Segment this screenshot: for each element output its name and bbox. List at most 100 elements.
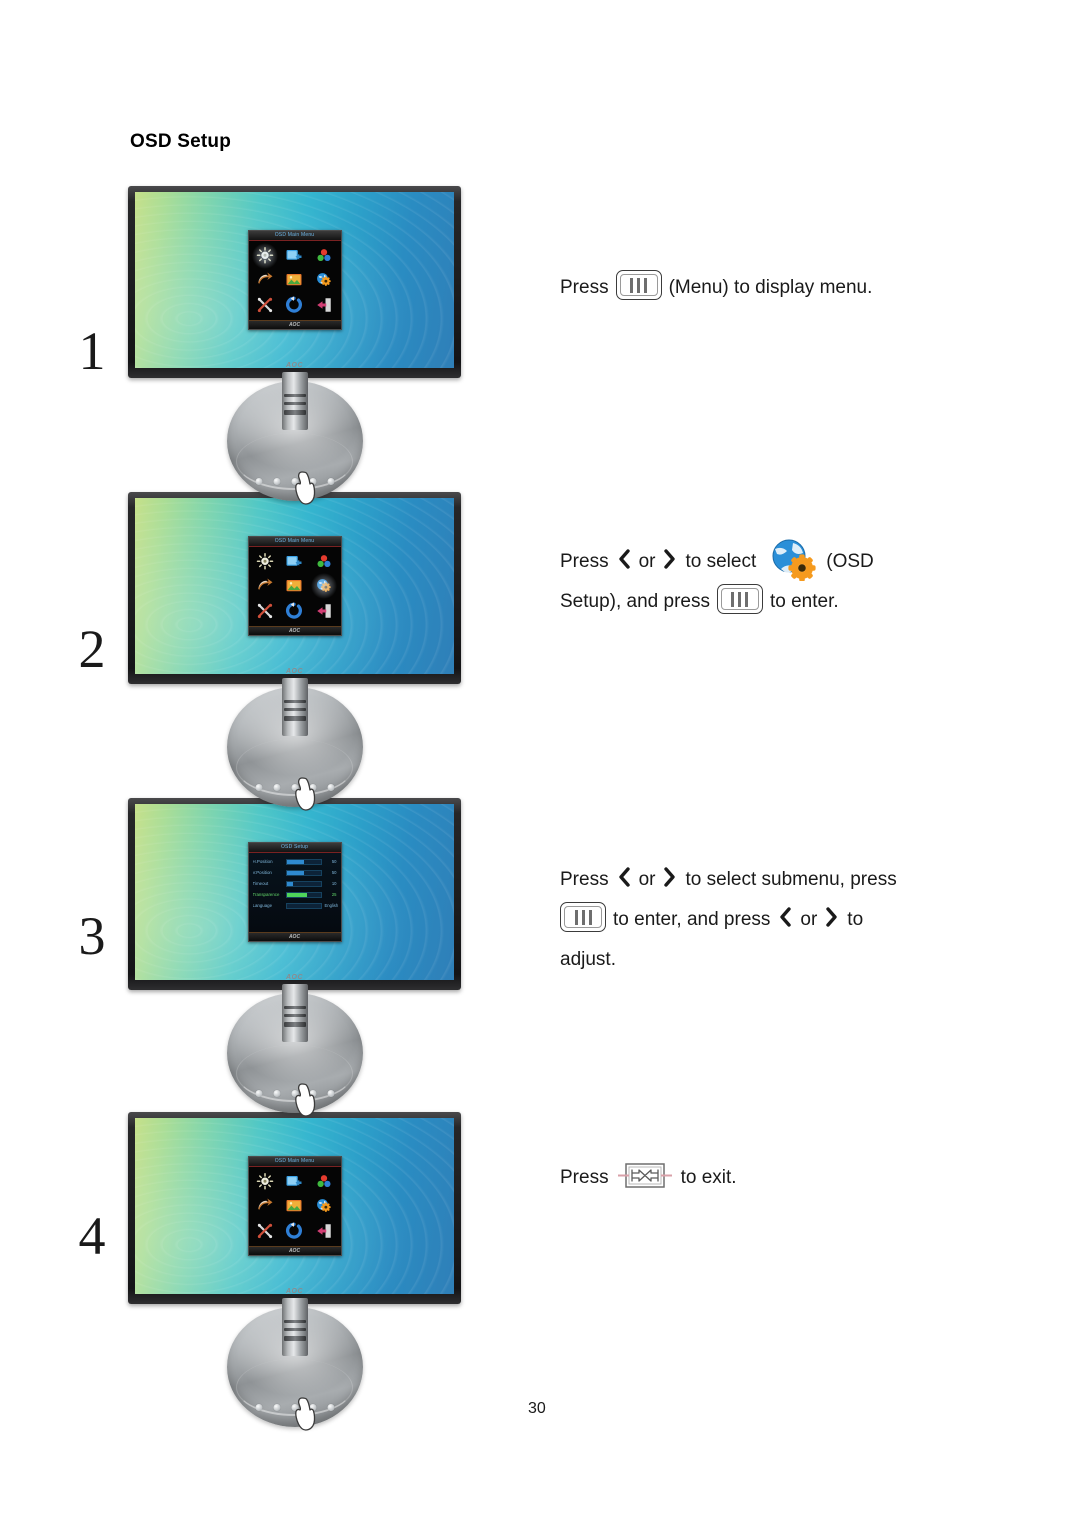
monitor-stand-neck bbox=[281, 1298, 308, 1356]
osd-icon-picture[interactable] bbox=[284, 577, 304, 595]
osd-icon-osd-setup[interactable] bbox=[309, 573, 338, 600]
osd-icon-luminance[interactable] bbox=[255, 553, 275, 571]
osd-icon-extra[interactable] bbox=[255, 296, 275, 314]
instruction-line: Press or to select submenu, press bbox=[560, 860, 1030, 900]
osd-icon-reset[interactable] bbox=[284, 296, 304, 314]
control-button[interactable] bbox=[255, 478, 262, 485]
row-slider[interactable] bbox=[285, 869, 322, 876]
osd-icon-luminance[interactable] bbox=[251, 243, 280, 270]
press-label: Press bbox=[560, 1167, 609, 1188]
control-button[interactable] bbox=[327, 1404, 334, 1411]
osd-title-text: OSD Setup bbox=[280, 844, 309, 850]
control-button[interactable] bbox=[273, 784, 280, 791]
row-label: Timeout bbox=[252, 881, 269, 886]
osd-footer-brand: AOC bbox=[288, 1248, 301, 1254]
monitor-brand-logo: AOC bbox=[285, 668, 304, 674]
instruction-line: Setup), and press to enter. bbox=[560, 582, 1030, 622]
osd-title-text: OSD Main Menu bbox=[274, 538, 315, 544]
control-button[interactable] bbox=[273, 478, 280, 485]
to-enter-label: to enter. bbox=[769, 591, 839, 612]
osd-icon-extra[interactable] bbox=[255, 602, 275, 620]
row-label: H.Position bbox=[252, 859, 273, 864]
osd-submenu-row[interactable]: Language English bbox=[252, 901, 338, 910]
osd-icon-image-setup[interactable] bbox=[284, 553, 304, 571]
osd-icon-picture-boost[interactable] bbox=[255, 1197, 275, 1215]
osd-footer: AOC bbox=[248, 626, 341, 635]
row-label: Language bbox=[252, 903, 273, 908]
osd-icon-exit[interactable] bbox=[314, 296, 334, 314]
osd-main-menu: OSD Main Menu AOC bbox=[247, 536, 342, 636]
osd-icon-color-setup[interactable] bbox=[314, 247, 334, 265]
control-button[interactable] bbox=[273, 1090, 280, 1097]
control-button[interactable] bbox=[327, 478, 334, 485]
osd-icon-grid bbox=[249, 1167, 341, 1246]
monitor-bezel: OSD Main Menu AOC AOC bbox=[128, 186, 461, 378]
osd-submenu-row[interactable]: H.Position 50 bbox=[253, 857, 337, 866]
row-slider[interactable] bbox=[285, 880, 322, 887]
control-button[interactable] bbox=[327, 784, 334, 791]
control-button[interactable] bbox=[255, 1404, 262, 1411]
osd-icon-picture[interactable] bbox=[284, 1197, 304, 1215]
row-value: 50 bbox=[331, 859, 337, 864]
globe-gear-icon bbox=[766, 537, 820, 582]
row-value: 25 bbox=[331, 892, 337, 897]
hand-pointer-icon bbox=[293, 777, 319, 811]
instruction-step-4: Press to exit. bbox=[560, 1158, 1030, 1198]
menu-button-icon bbox=[560, 902, 606, 932]
osd-icon-picture-boost[interactable] bbox=[255, 271, 275, 289]
osd-title-bar: OSD Main Menu bbox=[248, 537, 341, 547]
step-number-4: 4 bbox=[78, 1206, 106, 1266]
osd-icon-reset[interactable] bbox=[284, 602, 304, 620]
instruction-line: to enter, and press or to bbox=[560, 900, 1030, 940]
control-button[interactable] bbox=[255, 1090, 262, 1097]
osd-label-open: (OSD bbox=[826, 551, 874, 572]
osd-footer-brand: AOC bbox=[288, 934, 301, 940]
osd-footer-brand: AOC bbox=[288, 322, 301, 328]
osd-submenu-list: H.Position 50 V.Position 50 Timeout 10 T… bbox=[248, 853, 341, 932]
osd-icon-grid bbox=[249, 241, 341, 320]
osd-submenu: OSD Setup H.Position 50 V.Position 50 Ti… bbox=[247, 842, 342, 942]
osd-title-text: OSD Main Menu bbox=[274, 1158, 315, 1164]
row-slider[interactable] bbox=[285, 858, 322, 865]
control-button[interactable] bbox=[255, 784, 262, 791]
page-title: OSD Setup bbox=[130, 131, 232, 152]
row-value: 50 bbox=[331, 870, 337, 875]
hand-pointer-icon bbox=[293, 1083, 319, 1117]
control-button[interactable] bbox=[327, 1090, 334, 1097]
or-label: or bbox=[638, 551, 656, 572]
osd-icon-osd-setup[interactable] bbox=[314, 271, 334, 289]
osd-icon-picture[interactable] bbox=[284, 271, 304, 289]
osd-icon-image-setup[interactable] bbox=[284, 247, 304, 265]
instruction-line: Press to exit. bbox=[560, 1158, 1030, 1198]
monitor-screen: OSD Main Menu AOC AOC bbox=[135, 1118, 454, 1294]
osd-icon-luminance[interactable] bbox=[255, 1173, 275, 1191]
osd-icon-reset[interactable] bbox=[284, 1222, 304, 1240]
osd-icon-image-setup[interactable] bbox=[284, 1173, 304, 1191]
instruction-line: Press or to select (OSD bbox=[560, 537, 1030, 582]
osd-main-menu: OSD Main Menu AOC bbox=[247, 230, 342, 330]
monitor-bezel: OSD Main Menu AOC AOC bbox=[128, 1112, 461, 1304]
osd-icon-color-setup[interactable] bbox=[314, 553, 334, 571]
osd-icon-osd-setup[interactable] bbox=[314, 1197, 334, 1215]
osd-icon-picture-boost[interactable] bbox=[255, 577, 275, 595]
page-number: 30 bbox=[528, 1400, 546, 1417]
control-button[interactable] bbox=[273, 1404, 280, 1411]
osd-title-text: OSD Main Menu bbox=[274, 232, 315, 238]
monitor-stand-neck bbox=[281, 984, 308, 1042]
to-exit-label: to exit. bbox=[680, 1167, 737, 1188]
osd-icon-extra[interactable] bbox=[255, 1222, 275, 1240]
osd-submenu-row[interactable]: V.Position 50 bbox=[253, 868, 337, 877]
row-slider[interactable] bbox=[285, 902, 322, 909]
osd-icon-exit[interactable] bbox=[314, 602, 334, 620]
monitor-illustration-step-4: OSD Main Menu AOC AOC bbox=[128, 1112, 461, 1431]
osd-icon-exit[interactable] bbox=[314, 1222, 334, 1240]
menu-button-icon bbox=[716, 584, 763, 614]
hand-pointer-icon bbox=[293, 471, 319, 505]
osd-icon-color-setup[interactable] bbox=[314, 1173, 334, 1191]
instruction-line: adjust. bbox=[560, 940, 1030, 980]
chevron-left-icon bbox=[615, 545, 633, 569]
osd-submenu-row[interactable]: Timeout 10 bbox=[253, 879, 337, 888]
row-slider[interactable] bbox=[285, 891, 322, 898]
to-select-submenu-label: to select submenu, press bbox=[685, 869, 897, 890]
osd-submenu-row-selected[interactable]: Transparence 25 bbox=[253, 890, 337, 899]
